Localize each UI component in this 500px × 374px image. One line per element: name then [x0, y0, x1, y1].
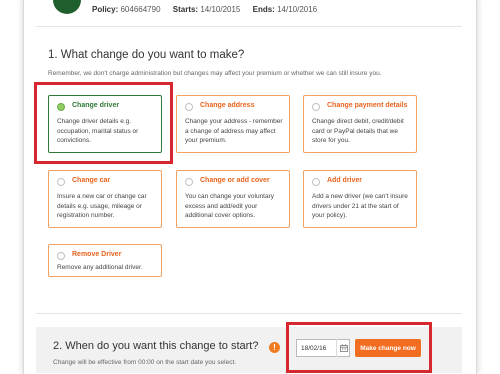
option-title: Change or add cover [200, 177, 270, 184]
radio-change-or-add-cover[interactable] [185, 178, 193, 186]
radio-remove-driver[interactable] [57, 252, 65, 260]
option-title: Change payment details [327, 102, 408, 109]
policy-label: Policy: [92, 5, 119, 14]
option-title: Change address [200, 102, 255, 109]
ends-date: 14/10/2016 [277, 5, 318, 14]
option-remove-driver[interactable]: Remove Driver Remove any additional driv… [48, 244, 162, 277]
highlight-start-controls [286, 322, 432, 373]
radio-change-address[interactable] [185, 103, 193, 111]
option-add-driver[interactable]: Add driver Add a new driver (we can't in… [303, 170, 417, 228]
radio-change-car[interactable] [57, 178, 65, 186]
ends-label: Ends: [252, 5, 275, 14]
option-change-or-add-cover[interactable]: Change or add cover You can change your … [176, 170, 290, 228]
option-title: Remove Driver [72, 251, 122, 258]
option-change-address[interactable]: Change address Change your address - rem… [176, 95, 290, 153]
radio-change-payment-details[interactable] [312, 103, 320, 111]
section-subtitle-change: Remember, we don't charge administration… [48, 70, 382, 77]
radio-add-driver[interactable] [312, 178, 320, 186]
option-description: Insure a new car or change car details e… [57, 193, 147, 219]
option-description: Add a new driver (we can't insure driver… [312, 193, 408, 219]
option-change-payment-details[interactable]: Change payment details Change direct deb… [303, 95, 417, 153]
option-description: You can change your voluntary excess and… [185, 193, 275, 219]
highlight-selected-option [34, 82, 173, 164]
starts-date: 14/10/2015 [200, 5, 241, 14]
option-description: Change direct debit, credit/debit card o… [312, 118, 404, 144]
starts-label: Starts: [172, 5, 199, 14]
section-subtitle-start: Change will be effective from 00:00 on t… [53, 359, 237, 366]
info-icon[interactable]: ! [269, 342, 280, 353]
policy-number: 604664790 [120, 5, 161, 14]
section-title-change: 1. What change do you want to make? [48, 49, 245, 61]
option-title: Add driver [327, 177, 363, 184]
option-title: Change car [72, 177, 111, 184]
section-divider [36, 313, 462, 314]
option-description: Remove any additional driver. [57, 264, 143, 271]
header-divider [36, 26, 462, 27]
option-description: Change your address - remember a change … [185, 118, 283, 144]
policy-summary: Policy: 604664790 Starts: 14/10/2015 End… [92, 5, 317, 14]
section-title-start: 2. When do you want this change to start… [53, 340, 259, 352]
option-change-car[interactable]: Change car Insure a new car or change ca… [48, 170, 162, 228]
